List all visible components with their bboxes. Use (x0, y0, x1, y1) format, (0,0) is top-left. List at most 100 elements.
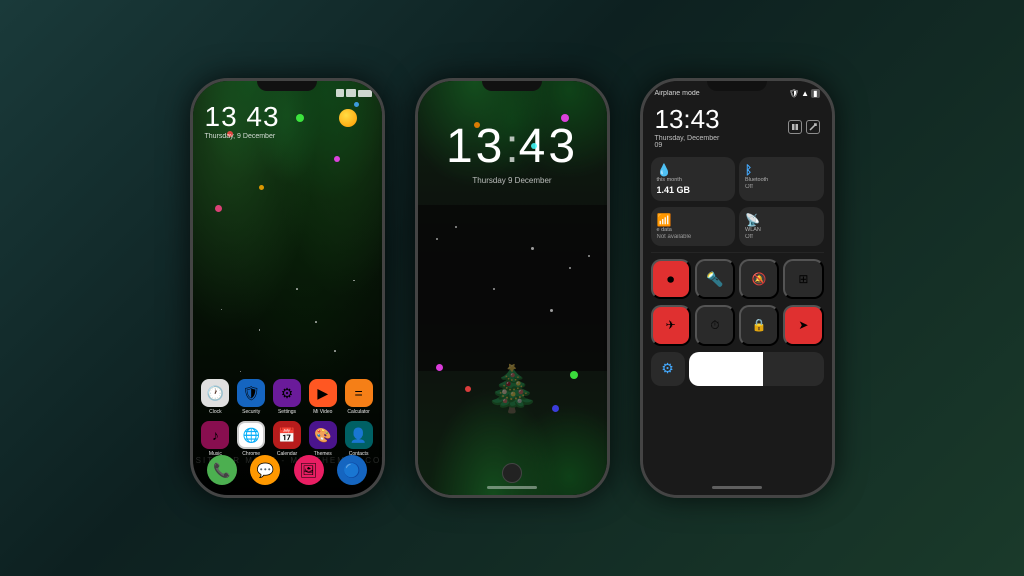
app-contacts-icon: 👤 (345, 421, 373, 449)
cc-date: Thursday, December 09 (655, 135, 725, 149)
dock-messages[interactable]: 💬 (250, 455, 280, 485)
app-music[interactable]: ♪ Music (201, 421, 231, 457)
wifi-icon (346, 89, 356, 97)
camera-dot (502, 463, 522, 483)
xmas-tree-icon: 🎄 (484, 362, 540, 415)
cc-shield-icon: 🛡 (789, 89, 799, 98)
cc-mobile-card[interactable]: 📶 e data Not available (651, 207, 736, 246)
apps-grid-row1: 🕐 Clock 🛡 Security ⚙ Settings ▶ Mi Video… (193, 379, 382, 415)
cc-data-card-header: 💧 (657, 163, 730, 177)
app-contacts[interactable]: 👤 Contacts (344, 421, 374, 457)
app-themes-icon: 🎨 (309, 421, 337, 449)
airplane-mode-text: Airplane mode (655, 90, 700, 97)
lock-colon: : (505, 119, 518, 174)
home-time: 13 43 (205, 103, 280, 131)
lock-hour: 13 (446, 123, 505, 171)
cc-slider-row: ⚙ (643, 346, 832, 392)
dock-browser[interactable]: 🔵 (337, 455, 367, 485)
cc-wlan-status: Off (745, 234, 818, 240)
lock-ornament-top-purple (561, 114, 569, 122)
lock-time: 13 : 43 Thursday 9 December (446, 119, 578, 185)
app-calculator-label: Calculator (347, 409, 370, 415)
lock-date: Thursday 9 December (446, 176, 578, 185)
cc-bluetooth-card[interactable]: ᛒ Bluetooth Off (739, 157, 824, 201)
dock-phone[interactable]: 📞 (207, 455, 237, 485)
cc-btn-silent[interactable]: 🔕 (739, 259, 779, 299)
app-music-icon: ♪ (201, 421, 229, 449)
cc-bt-title: Bluetooth (745, 177, 818, 183)
phone1-screen: 13 43 Thursday, 9 December 🕐 Clock 🛡 Sec… (193, 81, 382, 495)
phone-2: 13 : 43 Thursday 9 December 🎄 (415, 78, 610, 498)
app-security-icon: 🛡 (237, 379, 265, 407)
home-date: Thursday, 9 December (205, 133, 280, 140)
cc-data-title: this month (657, 177, 730, 183)
app-calendar[interactable]: 📅 Calendar (272, 421, 302, 457)
cc-gear-btn[interactable]: ⚙ (651, 352, 685, 386)
cc-battery-icon: ▮ (811, 89, 819, 98)
app-chrome[interactable]: 🌐 Chrome (236, 421, 266, 457)
status-icons (336, 89, 372, 97)
app-clock-icon: 🕐 (201, 379, 229, 407)
cc-edit-icon-1[interactable] (788, 120, 802, 134)
cc-edit-icons (788, 120, 820, 134)
apps-grid-row2: ♪ Music 🌐 Chrome 📅 Calendar 🎨 Themes 👤 C… (193, 421, 382, 457)
cc-status-icons: 🛡 ▲ ▮ (789, 89, 819, 98)
app-settings[interactable]: ⚙ Settings (272, 379, 302, 415)
cc-wlan-icon: 📡 (745, 213, 760, 227)
cc-data-icon: 💧 (657, 163, 672, 177)
phone2-screen: 13 : 43 Thursday 9 December 🎄 (418, 81, 607, 495)
cc-data-card[interactable]: 💧 this month 1.41 GB (651, 157, 736, 201)
cc-time-row: 13:43 Thursday, December 09 (643, 102, 832, 151)
cc-mobile-title: e data (657, 227, 730, 233)
cc-bt-icon: ᛒ (745, 163, 752, 177)
cc-mobile-header: 📶 (657, 213, 730, 227)
cc-wlan-card[interactable]: 📡 WLAN Off (739, 207, 824, 246)
cc-btn-airplane[interactable]: ✈ (651, 305, 691, 345)
weather-ball (339, 109, 357, 127)
xmas-tree-container: 🎄 (484, 362, 540, 415)
snow-7 (588, 255, 590, 257)
cc-btn-timer[interactable]: ⏱ (695, 305, 735, 345)
lock-minute: 43 (519, 123, 578, 171)
cc-buttons-row-2: ✈ ⏱ 🔒 ➤ (643, 305, 832, 345)
lock-ornament-cyan (531, 143, 537, 149)
app-clock[interactable]: 🕐 Clock (201, 379, 231, 415)
snow-2 (531, 247, 534, 250)
app-calculator[interactable]: = Calculator (344, 379, 374, 415)
cc-btn-torch[interactable]: 🔦 (695, 259, 735, 299)
cc-bt-header: ᛒ (745, 163, 818, 177)
app-calendar-icon: 📅 (273, 421, 301, 449)
cc-buttons-row-1: ⏺ 🔦 🔕 ⊞ (643, 253, 832, 305)
cc-cards-row-2: 📶 e data Not available 📡 WLAN Off (643, 207, 832, 252)
cc-btn-location[interactable]: ➤ (783, 305, 823, 345)
dock-gallery[interactable]: 🖼 (294, 455, 324, 485)
cc-btn-screenshot[interactable]: ⊞ (783, 259, 823, 299)
cc-mobile-status: Not available (657, 234, 730, 240)
app-security[interactable]: 🛡 Security (236, 379, 266, 415)
status-bar (203, 89, 372, 97)
cc-status-bar: Airplane mode 🛡 ▲ ▮ (643, 81, 832, 102)
cc-mobile-icon: 📶 (657, 213, 672, 227)
app-mivideo-label: Mi Video (313, 409, 332, 415)
app-mivideo-icon: ▶ (309, 379, 337, 407)
snow-5 (550, 309, 553, 312)
time-widget: 13 43 Thursday, 9 December (205, 103, 280, 140)
battery-icon (358, 90, 372, 97)
app-settings-icon: ⚙ (273, 379, 301, 407)
phone3-screen: Airplane mode 🛡 ▲ ▮ 13:43 Thursday, Dece… (643, 81, 832, 495)
swipe-bar (487, 486, 537, 489)
app-themes[interactable]: 🎨 Themes (308, 421, 338, 457)
phone-3: Airplane mode 🛡 ▲ ▮ 13:43 Thursday, Dece… (640, 78, 835, 498)
cc-btn-record[interactable]: ⏺ (651, 259, 691, 299)
cc-brightness-slider[interactable] (689, 352, 824, 386)
phone-1: 13 43 Thursday, 9 December 🕐 Clock 🛡 Sec… (190, 78, 385, 498)
signal-icon (336, 89, 344, 97)
cc-btn-lock[interactable]: 🔒 (739, 305, 779, 345)
app-clock-label: Clock (209, 409, 222, 415)
dock: 📞 💬 🖼 🔵 (201, 455, 374, 485)
cc-time: 13:43 (655, 104, 725, 135)
cc-edit-icon-2[interactable] (806, 120, 820, 134)
cc-cards-row-1: 💧 this month 1.41 GB ᛒ Bluetooth Off (643, 151, 832, 207)
cc-wlan-title: WLAN (745, 227, 818, 233)
app-mivideo[interactable]: ▶ Mi Video (308, 379, 338, 415)
